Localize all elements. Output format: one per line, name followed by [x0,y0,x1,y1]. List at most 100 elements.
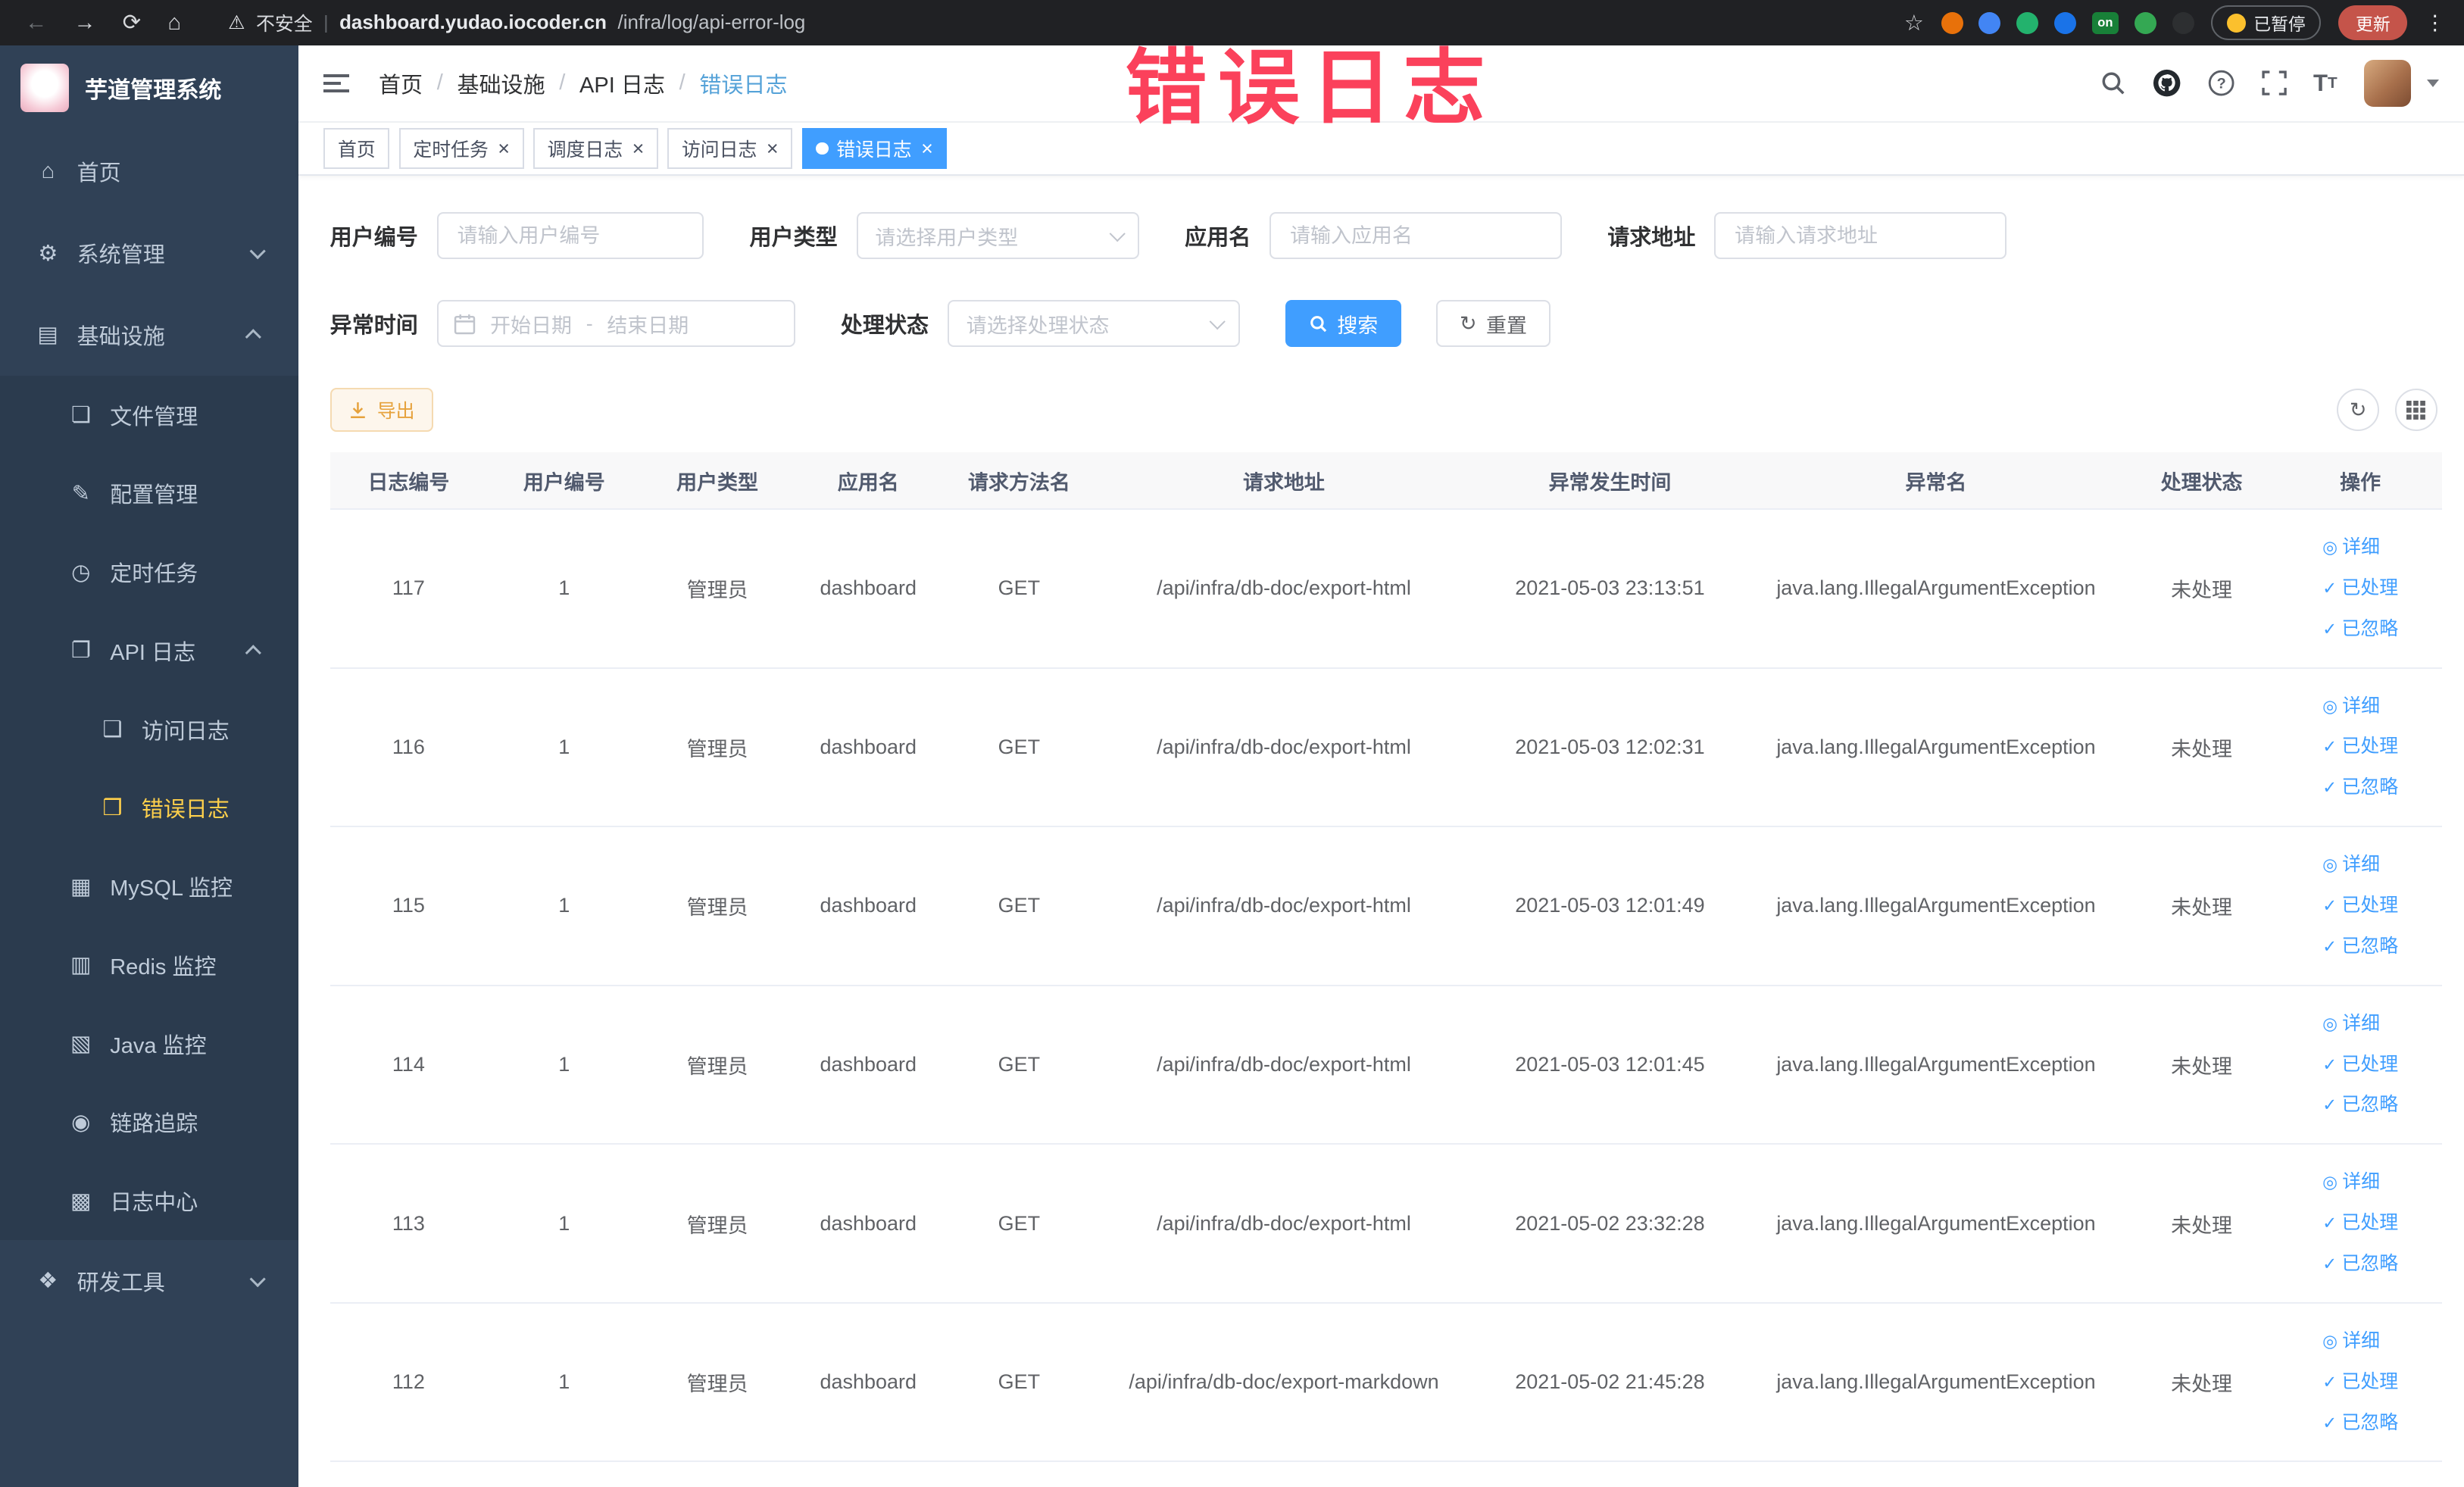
forward-icon[interactable]: → [73,11,95,34]
mark-processed-link[interactable]: ✓ 已处理 [2322,1362,2398,1403]
bookmark-star-icon[interactable]: ☆ [1904,10,1924,36]
sidebar-item-access-log[interactable]: ❑ 访问日志 [0,689,299,769]
search-icon[interactable] [2100,70,2126,96]
sidebar-item-redis-monitor[interactable]: ▥ Redis 监控 [0,925,299,1004]
font-size-icon[interactable]: TT [2313,71,2338,95]
exception-time-range-picker[interactable]: 开始日期 - 结束日期 [436,300,795,348]
github-icon[interactable] [2153,69,2181,97]
detail-link[interactable]: ◎ 详细 [2322,845,2398,886]
cell-request-url: /api/infra/db-doc/export-html [1095,1144,1472,1304]
mark-processed-link[interactable]: ✓ 已处理 [2322,726,2398,767]
breadcrumb-item[interactable]: 错误日志 [699,67,787,99]
detail-link[interactable]: ◎ 详细 [2322,686,2398,727]
tab-error-log[interactable]: 错误日志 × [801,128,948,170]
detail-link[interactable]: ◎ 详细 [2322,1162,2398,1203]
detail-link[interactable]: ◎ 详细 [2322,1321,2398,1362]
request-url-input[interactable] [1714,212,2007,260]
sidebar-item-label: 系统管理 [77,243,165,267]
close-icon[interactable]: × [767,138,779,159]
column-header: 请求地址 [1095,452,1472,511]
sidebar-item-infrastructure[interactable]: ▤ 基础设施 [0,294,298,376]
sidebar-item-java-monitor[interactable]: ▧ Java 监控 [0,1004,299,1083]
fullscreen-icon[interactable] [2261,70,2287,96]
export-button[interactable]: 导出 [329,388,434,433]
breadcrumb-separator: / [679,70,685,95]
extension-on-badge[interactable]: on [2091,11,2119,34]
extension-sprout-icon[interactable] [2134,11,2156,34]
field-exception-time: 异常时间 开始日期 - 结束日期 [330,300,795,348]
extension-blue-grid-icon[interactable] [2053,11,2076,34]
breadcrumb-item[interactable]: API 日志 [579,67,665,99]
reload-icon[interactable]: ⟳ [123,11,141,34]
user-type-select[interactable]: 请选择用户类型 [856,212,1140,260]
mark-ignored-link[interactable]: ✓ 已忽略 [2322,609,2398,650]
refresh-button[interactable]: ↻ [2337,389,2380,432]
sidebar-item-log-center[interactable]: ▩ 日志中心 [0,1161,299,1240]
breadcrumb-item[interactable]: 基础设施 [457,67,545,99]
extension-blue-icon[interactable] [1978,11,2001,34]
mark-ignored-link[interactable]: ✓ 已忽略 [2322,1403,2398,1444]
mark-ignored-link[interactable]: ✓ 已忽略 [2322,926,2398,967]
user-id-input[interactable] [436,212,704,260]
browser-menu-icon[interactable]: ⋮ [2425,11,2445,35]
tools-icon: ❖ [38,1269,58,1294]
mark-processed-link[interactable]: ✓ 已处理 [2322,568,2398,609]
reset-button[interactable]: ↻ 重置 [1435,300,1551,348]
detail-link[interactable]: ◎ 详细 [2322,527,2398,568]
update-button[interactable]: 更新 [2338,5,2408,40]
app-name-label: 应用名 [1185,226,1251,251]
tab-home[interactable]: 首页 [323,128,390,170]
tab-scheduled-task[interactable]: 定时任务 × [398,128,524,170]
user-avatar[interactable] [2363,59,2412,108]
hamburger-icon[interactable] [323,73,349,93]
process-status-select[interactable]: 请选择处理状态 [947,300,1240,348]
cell-app-name: dashboard [793,667,943,828]
search-button[interactable]: 搜索 [1285,300,1402,348]
extension-paw-icon[interactable] [2172,11,2194,34]
column-settings-button[interactable] [2394,389,2437,432]
tab-schedule-log[interactable]: 调度日志 × [533,128,658,170]
help-icon[interactable]: ? [2208,70,2234,96]
tab-access-log[interactable]: 访问日志 × [667,128,793,170]
extension-orange-icon[interactable] [1941,11,1963,34]
address-bar[interactable]: ⚠ 不安全 | dashboard.yudao.iocoder.cn/infra… [190,9,1903,36]
mark-ignored-link[interactable]: ✓ 已忽略 [2322,1085,2398,1126]
main-area: 首页 / 基础设施 / API 日志 / 错误日志 ? TT 首页 定时任务 ×… [298,45,2464,1487]
mark-processed-link[interactable]: ✓ 已处理 [2322,1045,2398,1086]
sidebar-item-trace[interactable]: ◉ 链路追踪 [0,1082,299,1162]
mark-ignored-link[interactable]: ✓ 已忽略 [2322,1244,2398,1285]
sidebar-item-mysql-monitor[interactable]: ▦ MySQL 监控 [0,847,299,926]
home-icon[interactable]: ⌂ [167,11,181,34]
sidebar-item-scheduled-task[interactable]: ◷ 定时任务 [0,533,299,612]
security-label[interactable]: 不安全 [256,9,313,36]
app-name-input[interactable] [1269,212,1563,260]
user-type-placeholder: 请选择用户类型 [875,226,1019,249]
sidebar-item-api-log[interactable]: ❐ API 日志 [0,611,299,690]
api-log-icon: ❐ [70,639,91,664]
paused-badge[interactable]: 已暂停 [2211,5,2322,40]
cell-log-id: 114 [329,985,488,1145]
check-icon: ✓ [2322,1371,2338,1392]
cell-user-id: 1 [487,509,642,669]
sidebar-item-dev-tools[interactable]: ❖ 研发工具 [0,1240,298,1322]
back-icon[interactable]: ← [25,11,47,34]
chevron-down-icon[interactable] [2426,79,2439,87]
close-icon[interactable]: × [921,138,933,159]
mark-processed-link[interactable]: ✓ 已处理 [2322,1203,2398,1244]
sidebar-item-config-manage[interactable]: ✎ 配置管理 [0,454,299,533]
app-logo[interactable]: 芋道管理系统 [0,45,298,130]
close-icon[interactable]: × [498,138,510,159]
mark-ignored-link[interactable]: ✓ 已忽略 [2322,767,2398,808]
cell-app-name: dashboard [793,509,943,669]
mark-processed-link[interactable]: ✓ 已处理 [2322,886,2398,926]
sidebar-item-file-manage[interactable]: ❏ 文件管理 [0,375,299,455]
sidebar-item-home[interactable]: ⌂ 首页 [0,130,298,212]
sidebar-item-system-manage[interactable]: ⚙ 系统管理 [0,212,298,294]
table-row: 117 1 管理员 dashboard GET/api/infra/db-doc/exp… [329,509,2443,669]
close-icon[interactable]: × [632,138,645,159]
detail-link[interactable]: ◎ 详细 [2322,1004,2398,1045]
breadcrumb-item[interactable]: 首页 [379,67,423,99]
extension-green-icon[interactable] [2016,11,2039,34]
sidebar-item-error-log[interactable]: ❒ 错误日志 [0,768,299,848]
check-icon: ✓ [2322,777,2338,798]
